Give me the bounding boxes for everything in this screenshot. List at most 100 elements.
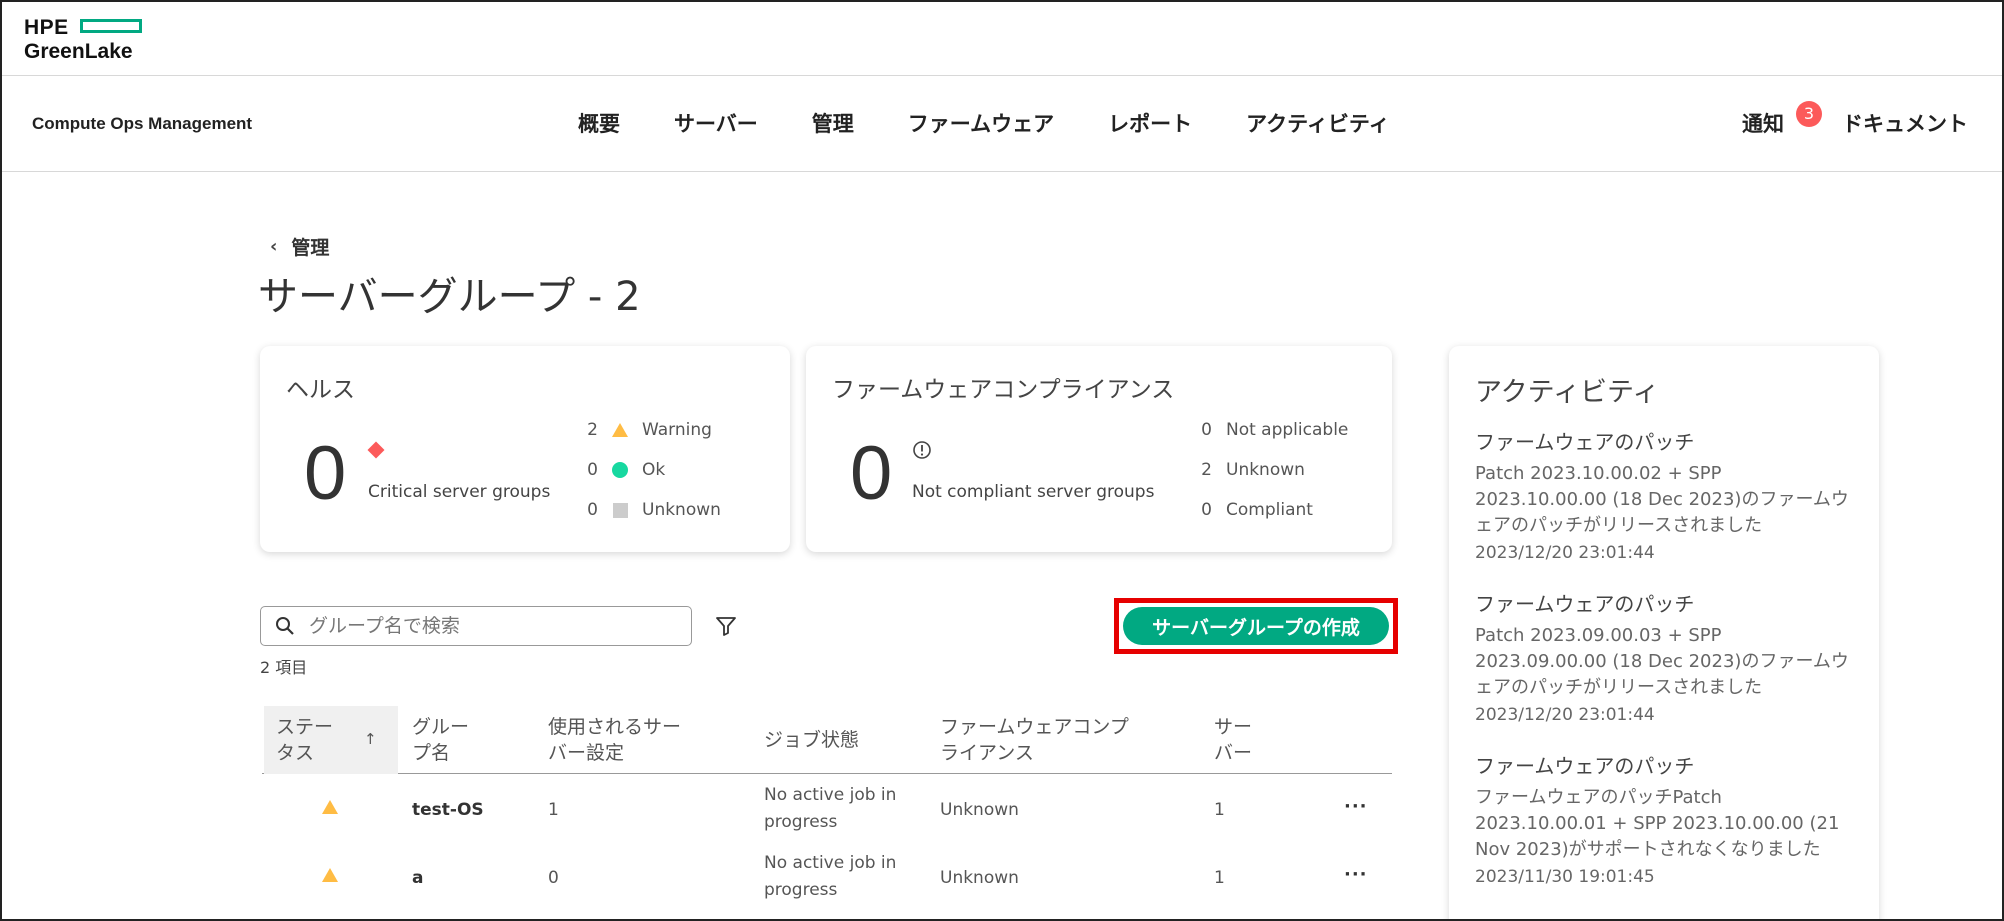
search-icon (276, 617, 294, 635)
search-box[interactable] (260, 606, 692, 646)
activity-heading: ファームウェアのパッチ (1475, 592, 1695, 616)
legend-warning-count: 2 (587, 420, 598, 440)
table-header: ステー タス ↑ グルー プ名 使用されるサー バー設定 ジョブ状態 ファームウ… (262, 706, 1392, 774)
activity-title: アクティビティ (1475, 377, 1660, 408)
breadcrumb[interactable]: ‹ 管理 (270, 233, 329, 260)
th-group-name[interactable]: グルー プ名 (412, 714, 469, 766)
nav-item-reports[interactable]: レポート (1108, 108, 1192, 138)
th-server-settings[interactable]: 使用されるサー バー設定 (548, 714, 681, 766)
filter-icon[interactable] (714, 614, 738, 638)
notifications-link[interactable]: 通知 3 (1742, 101, 1822, 138)
activity-heading: ファームウェアのパッチ (1475, 430, 1695, 454)
row-firmware: Unknown (940, 868, 1019, 888)
notification-count-badge: 3 (1796, 101, 1822, 127)
row-settings: 0 (548, 868, 559, 888)
notifications-label: 通知 (1742, 112, 1784, 136)
legend-unknown[interactable]: 0 Unknown (578, 500, 721, 520)
not-compliant-label: Not compliant server groups (912, 482, 1155, 502)
th-status[interactable]: ステー タス (276, 714, 333, 766)
critical-count: 0 (304, 431, 347, 516)
health-card-title: ヘルス (286, 377, 355, 403)
row-firmware: Unknown (940, 800, 1019, 820)
legend-not-applicable[interactable]: 0 Not applicable (1192, 420, 1348, 440)
activity-timestamp: 2023/12/20 23:01:44 (1475, 543, 1655, 563)
nav-item-manage[interactable]: 管理 (812, 108, 854, 138)
nav-item-activity[interactable]: アクティビティ (1246, 108, 1389, 138)
legend-warning-label: Warning (642, 420, 712, 440)
legend-fw-unknown[interactable]: 2 Unknown (1192, 460, 1305, 480)
row-more-actions-icon[interactable]: ··· (1344, 796, 1368, 817)
row-servers: 1 (1214, 868, 1225, 888)
breadcrumb-label: 管理 (291, 237, 330, 259)
nav-right: 通知 3 ドキュメント (1742, 101, 1968, 138)
nav-menu: 概要 サーバー 管理 ファームウェア レポート アクティビティ (578, 108, 1444, 138)
nav-item-overview[interactable]: 概要 (578, 108, 620, 138)
result-count: 2 項目 (260, 658, 308, 677)
row-more-actions-icon[interactable]: ··· (1344, 864, 1368, 885)
row-servers: 1 (1214, 800, 1225, 820)
row-group-name[interactable]: test-OS (412, 800, 484, 820)
hpe-greenlake-logo[interactable]: HPE GreenLake (24, 16, 154, 64)
legend-unknown-count: 0 (587, 500, 598, 520)
not-compliant-count: 0 (850, 431, 893, 516)
critical-label: Critical server groups (368, 482, 551, 502)
unknown-square-icon (612, 502, 628, 518)
activity-description: Patch 2023.09.00.03 + SPP 2023.09.00.00 … (1475, 625, 1849, 698)
app-window: HPE GreenLake Compute Ops Management 概要 … (0, 0, 2004, 921)
warning-status-icon (322, 868, 338, 882)
activity-item[interactable]: ファームウェアのパッチ Patch 2023.10.00.02 + SPP 20… (1475, 426, 1855, 563)
legend-compliant[interactable]: 0 Compliant (1192, 500, 1313, 520)
info-circle-icon (913, 441, 931, 459)
activity-item[interactable]: ファームウェアのパッチ ファームウェアのパッチPatch 2023.10.00.… (1475, 750, 1855, 887)
page-title: サーバーグループ - 2 (258, 274, 641, 320)
logo-line1: HPE (24, 16, 69, 39)
activity-description: Patch 2023.10.00.02 + SPP 2023.10.00.00 … (1475, 463, 1849, 536)
top-nav: Compute Ops Management 概要 サーバー 管理 ファームウェ… (2, 76, 2002, 172)
legend-compliant-label: Compliant (1226, 500, 1313, 520)
legend-na-label: Not applicable (1226, 420, 1349, 440)
activity-heading: ファームウェアのパッチ (1475, 754, 1695, 778)
activity-panel: アクティビティ ファームウェアのパッチ Patch 2023.10.00.02 … (1449, 346, 1879, 919)
nav-item-firmware[interactable]: ファームウェア (908, 108, 1054, 138)
brand-bar: HPE GreenLake (2, 2, 2002, 76)
chevron-left-icon: ‹ (270, 236, 278, 257)
row-settings: 1 (548, 800, 559, 820)
row-group-name[interactable]: a (412, 868, 423, 888)
legend-ok[interactable]: 0 Ok (578, 460, 665, 480)
row-job-state: No active job in progress (764, 853, 897, 900)
table-row[interactable]: test-OS 1 No active job in progress Unkn… (262, 778, 1392, 844)
row-job-state: No active job in progress (764, 785, 897, 832)
app-name[interactable]: Compute Ops Management (32, 114, 252, 134)
th-firmware-compliance[interactable]: ファームウェアコンプ ライアンス (940, 714, 1129, 766)
health-card: ヘルス 0 Critical server groups 2 Warning 0… (260, 346, 790, 552)
search-input[interactable] (309, 615, 669, 637)
table-row[interactable]: a 0 No active job in progress Unknown 1 … (262, 846, 1392, 912)
th-servers[interactable]: サー バー (1214, 714, 1252, 766)
legend-na-count: 0 (1201, 420, 1212, 440)
legend-compliant-count: 0 (1201, 500, 1212, 520)
legend-unknown-label: Unknown (642, 500, 721, 520)
warning-triangle-icon (612, 423, 628, 437)
legend-ok-count: 0 (587, 460, 598, 480)
activity-timestamp: 2023/11/30 19:01:45 (1475, 867, 1655, 887)
logo-line2: GreenLake (24, 40, 133, 63)
th-job-state[interactable]: ジョブ状態 (764, 727, 859, 753)
legend-ok-label: Ok (642, 460, 666, 480)
legend-fw-unknown-label: Unknown (1226, 460, 1305, 480)
legend-warning[interactable]: 2 Warning (578, 420, 712, 440)
legend-fw-unknown-count: 2 (1201, 460, 1212, 480)
compliance-card-title: ファームウェアコンプライアンス (832, 377, 1175, 403)
nav-item-servers[interactable]: サーバー (674, 108, 758, 138)
activity-description: ファームウェアのパッチPatch 2023.10.00.01 + SPP 202… (1475, 787, 1840, 860)
logo-element-icon (80, 19, 142, 33)
create-button-highlight: サーバーグループの作成 (1114, 598, 1398, 654)
critical-diamond-icon (367, 441, 385, 459)
sort-ascending-icon[interactable]: ↑ (364, 730, 377, 748)
activity-timestamp: 2023/12/20 23:01:44 (1475, 705, 1655, 725)
compliance-card: ファームウェアコンプライアンス 0 Not compliant server g… (806, 346, 1392, 552)
warning-status-icon (322, 800, 338, 814)
documents-link[interactable]: ドキュメント (1842, 108, 1968, 138)
activity-item[interactable]: ファームウェアのパッチ Patch 2023.09.00.03 + SPP 20… (1475, 588, 1855, 725)
ok-dot-icon (612, 462, 628, 478)
create-server-group-button[interactable]: サーバーグループの作成 (1123, 607, 1389, 645)
